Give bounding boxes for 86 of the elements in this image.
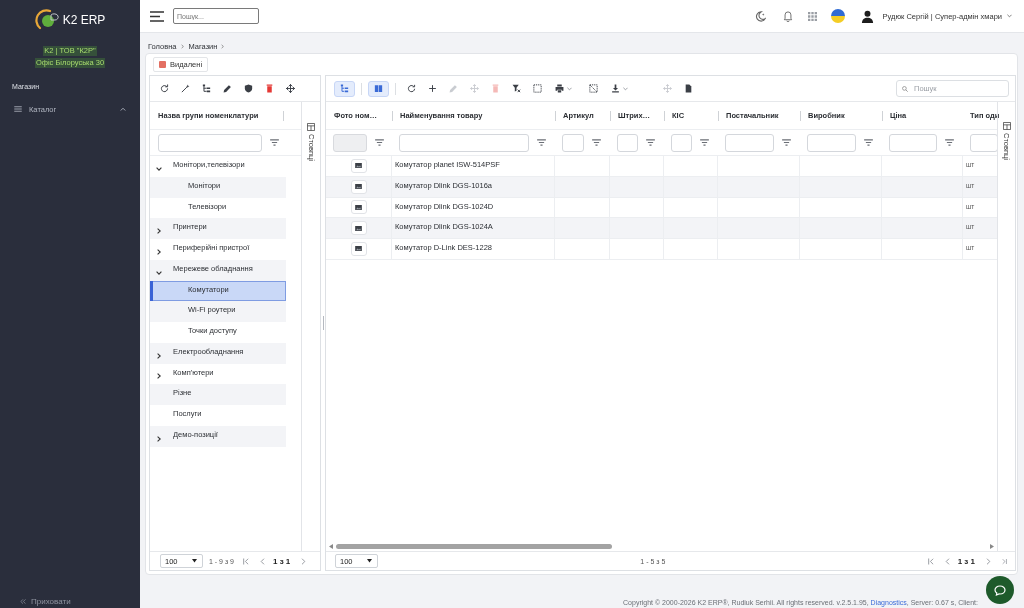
page-indicator: 1 з 1 (957, 556, 975, 566)
brand-name: K2 ERP (62, 13, 106, 27)
download-icon (610, 84, 620, 93)
image-icon (355, 184, 362, 190)
tree-icon (201, 84, 211, 93)
photo-button[interactable] (350, 241, 367, 256)
double-chevron-left-icon (20, 598, 26, 604)
chevron-right-icon[interactable] (156, 435, 162, 442)
scroll-left-icon[interactable] (329, 543, 333, 549)
printer-icon (554, 84, 564, 93)
caret-icon (367, 559, 372, 563)
filter-input[interactable] (725, 133, 774, 152)
filter-icon[interactable] (592, 139, 601, 146)
chevron-right-icon (180, 43, 184, 49)
filter-clear-icon (511, 84, 521, 93)
filter-icon[interactable] (782, 139, 791, 146)
horizontal-scrollbar[interactable] (326, 542, 997, 550)
dashed-square-icon (532, 84, 542, 93)
chevron-right-icon[interactable] (156, 373, 162, 380)
pencil-icon (222, 84, 232, 93)
apps-grid-icon[interactable] (807, 11, 817, 21)
filter-input[interactable] (889, 133, 937, 152)
panel-view-toggle[interactable] (368, 80, 389, 97)
caret-icon (566, 86, 572, 91)
chat-bubble-icon (994, 584, 1006, 596)
moon-icon[interactable] (754, 10, 766, 22)
move-icon (285, 84, 295, 93)
chevron-down-icon[interactable] (156, 269, 162, 276)
panel-icon (374, 84, 383, 93)
chevron-right-icon (221, 43, 225, 49)
image-icon (355, 204, 362, 210)
splitter-handle[interactable] (322, 316, 324, 330)
filter-input[interactable] (158, 133, 262, 152)
filter-icon[interactable] (270, 139, 279, 146)
table-icon (307, 123, 315, 131)
refresh-icon (406, 84, 416, 93)
filter-input[interactable] (399, 133, 529, 152)
filter-icon[interactable] (864, 139, 873, 146)
chevron-right-icon[interactable] (156, 248, 162, 255)
move-icon (662, 84, 672, 93)
trash-icon (264, 84, 274, 93)
chevron-right-icon[interactable] (156, 352, 162, 359)
chevron-down-icon[interactable] (156, 165, 162, 172)
filter-input[interactable] (562, 133, 584, 152)
filter-icon[interactable] (375, 139, 384, 146)
trash-icon (490, 84, 500, 93)
swatch-icon (159, 61, 166, 68)
logo-icon (34, 9, 59, 31)
shield-icon (243, 84, 253, 93)
tree-view-toggle[interactable] (334, 80, 355, 97)
file-icon (683, 84, 693, 93)
scroll-right-icon[interactable] (990, 543, 994, 549)
caret-icon (622, 86, 628, 91)
filter-input[interactable] (617, 133, 638, 152)
image-icon (355, 246, 362, 252)
image-icon (355, 225, 362, 231)
refresh-icon (159, 84, 169, 93)
filter-icon[interactable] (700, 139, 709, 146)
wand-icon (180, 84, 190, 93)
table-icon (1002, 122, 1011, 130)
filter-icon[interactable] (646, 139, 655, 146)
hide-sidebar-button[interactable]: Приховати (20, 595, 71, 607)
pencil-icon (448, 84, 458, 93)
photo-button[interactable] (350, 200, 367, 215)
photo-button[interactable] (350, 221, 367, 236)
filter-input[interactable] (807, 133, 856, 152)
filter-icon[interactable] (945, 139, 954, 146)
image-icon (355, 163, 362, 169)
menu-icon[interactable] (150, 10, 164, 22)
search-icon (902, 85, 908, 92)
move-icon (469, 84, 479, 93)
chevron-right-icon[interactable] (156, 228, 162, 234)
plus-icon (427, 84, 437, 93)
flag-icon[interactable] (830, 9, 845, 23)
caret-icon (192, 559, 197, 563)
list-icon (14, 106, 22, 112)
page-indicator: 1 з 1 (273, 556, 291, 566)
photo-button[interactable] (350, 179, 367, 194)
bell-icon[interactable] (782, 10, 793, 22)
photo-button[interactable] (350, 158, 367, 173)
user-avatar-icon[interactable] (860, 9, 874, 23)
scrollbar-thumb[interactable] (336, 543, 612, 549)
filter-input[interactable] (671, 133, 692, 152)
filter-input[interactable] (970, 133, 998, 152)
tree-icon (340, 84, 349, 93)
filter-icon[interactable] (537, 139, 546, 146)
